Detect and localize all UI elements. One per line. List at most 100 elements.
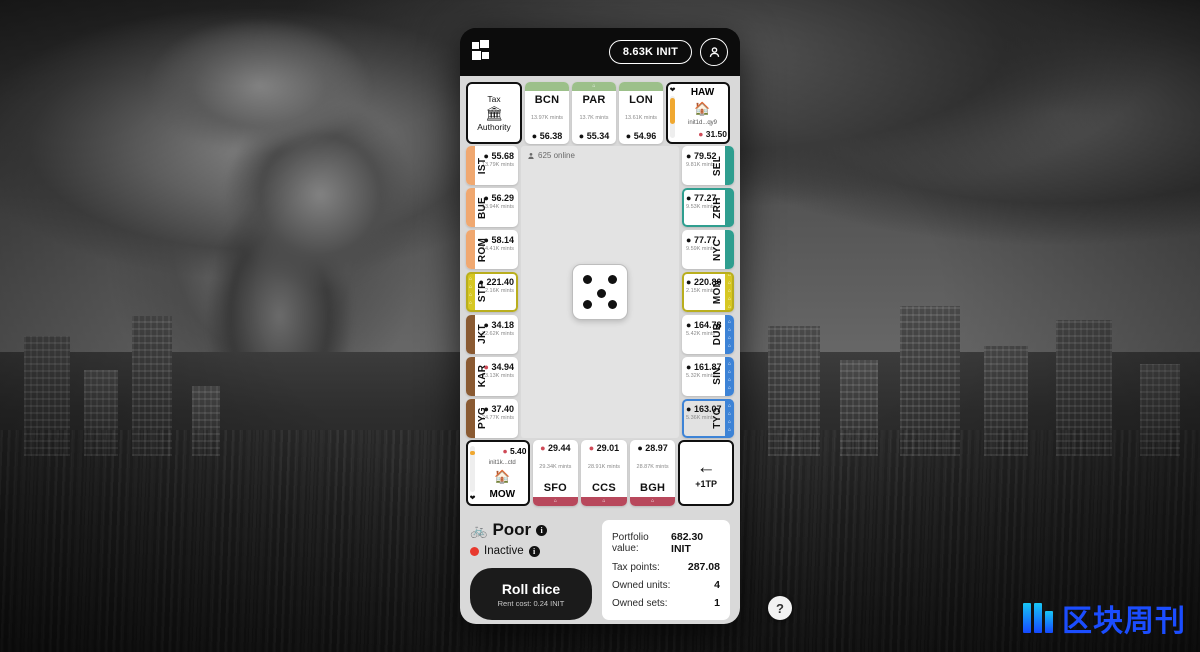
tile-price: ● 55.68: [483, 151, 514, 161]
tile-accent: [466, 314, 475, 354]
stat-row: Owned sets: 1: [612, 597, 720, 609]
haw-code: HAW: [690, 87, 715, 99]
tile-tax-authority[interactable]: Tax 🏛 Authority: [466, 82, 522, 144]
tile-code: BCN: [534, 94, 560, 106]
tile-accent: ⌂ ⌂ ⌂ ⌂ ⌂: [725, 272, 734, 312]
tile-tyo[interactable]: ⌂ ⌂ ⌂ ⌂ ● 163.07 5.36K mints TYO: [682, 398, 734, 438]
info-icon[interactable]: i: [528, 545, 540, 557]
house-icon: 🏠: [494, 469, 511, 485]
tile-accent: [466, 230, 475, 270]
tile-accent: ⌂: [581, 497, 627, 506]
tile-code: ZRH: [712, 196, 723, 219]
stat-row: Portfolio value: 682.30 INIT: [612, 531, 720, 555]
tile-bue[interactable]: ● 56.29 13.94K mints BUE: [466, 188, 518, 228]
tile-ccs[interactable]: ● 29.01 28.91K mints CCS ⌂: [581, 440, 627, 506]
roll-dice-button[interactable]: Roll dice Rent cost: 0.24 INIT: [470, 568, 592, 620]
stat-label: Owned units:: [612, 579, 671, 591]
tile-kar[interactable]: ● 34.94 23.13K mints KAR: [466, 356, 518, 396]
stat-value: 1: [714, 597, 720, 609]
house-icon-group: ⌂ ⌂ ⌂ ⌂ ⌂: [727, 272, 732, 311]
tile-accent: [725, 188, 734, 228]
tile-go-back-tp[interactable]: ← +1TP: [678, 440, 734, 506]
tile-code: PAR: [582, 94, 606, 106]
tile-bcn[interactable]: BCN 13.97K mints ● 56.38: [525, 82, 569, 144]
brand-bars-icon: [1023, 603, 1053, 633]
tp-label: +1TP: [695, 478, 718, 489]
roll-dice-cost: Rent cost: 0.24 INIT: [497, 598, 565, 608]
tile-code: TYO: [712, 407, 723, 430]
tile-rom[interactable]: ● 58.14 14.41K mints ROM: [466, 230, 518, 270]
tile-mints: 2.15K mints: [686, 288, 716, 295]
tile-nyc[interactable]: ● 77.77 9.59K mints NYC: [682, 230, 734, 270]
brand-blocks-icon[interactable]: [472, 40, 496, 64]
question-mark-icon[interactable]: ?: [768, 596, 792, 620]
house-icon-group: ⌂: [592, 83, 596, 89]
game-board: Tax 🏛 Authority BCN 13.97K mints ● 56.38…: [460, 76, 740, 512]
board-bottom-row: ❤ ● 5.40 init1k...ctd 🏠 MOW ● 29.44 29.3…: [466, 440, 734, 506]
tile-haw-property[interactable]: ❤ HAW 🏠 init1d...qy9 ● 31.50: [666, 82, 730, 144]
user-icon[interactable]: [700, 38, 728, 66]
tile-accent: [525, 82, 569, 91]
mow-price: ● 5.40: [502, 445, 527, 456]
tile-accent: ⌂: [532, 497, 579, 506]
dice-five-icon[interactable]: [572, 264, 628, 320]
bank-icon: 🏛: [485, 105, 503, 121]
haw-price: ● 31.50: [698, 128, 727, 139]
tile-accent: [725, 230, 734, 270]
tile-accent: ⌂ ⌂ ⌂ ⌂: [725, 398, 734, 438]
haw-meter: ❤: [668, 84, 677, 142]
bicycle-icon: 🚲: [470, 521, 488, 538]
player-rank: 🚲 Poor i: [470, 520, 592, 540]
tile-lon[interactable]: LON 13.61K mints ● 54.96: [619, 82, 663, 144]
rank-label: Poor: [492, 520, 532, 539]
tile-zrh[interactable]: ● 77.27 9.53K mints ZRH: [682, 188, 734, 228]
tile-code: LON: [629, 94, 653, 106]
tile-dub[interactable]: ⌂ ⌂ ⌂ ⌂ ● 164.78 5.42K mints DUB: [682, 314, 734, 354]
tile-par[interactable]: ⌂ PAR 13.7K mints ● 55.34: [572, 82, 616, 144]
tile-price: ● 37.40: [483, 403, 514, 414]
house-icon-group: ⌂ ⌂ ⌂ ⌂: [727, 360, 732, 391]
board-top-row: Tax 🏛 Authority BCN 13.97K mints ● 56.38…: [466, 82, 734, 144]
roll-dice-label: Roll dice: [501, 580, 561, 597]
house-icon-group: ⌂ ⌂ ⌂ ⌂: [468, 276, 473, 307]
tile-stp[interactable]: ⌂ ⌂ ⌂ ⌂ ● 221.40 2.16K mints STP: [466, 272, 518, 312]
tile-accent: ⌂ ⌂ ⌂ ⌂: [725, 356, 734, 396]
tile-price: ● 56.38: [531, 131, 563, 141]
balance-pill[interactable]: 8.63K INIT: [608, 40, 692, 64]
tile-accent: ⌂: [629, 497, 676, 506]
tile-accent: ⌂: [572, 82, 616, 91]
board-center: 625 online: [521, 146, 679, 438]
tile-mon[interactable]: ⌂ ⌂ ⌂ ⌂ ⌂ ● 220.80 2.15K mints MON: [682, 272, 734, 312]
info-icon[interactable]: i: [536, 524, 548, 536]
tile-code: PYG: [477, 407, 488, 430]
arrow-left-icon: ←: [696, 456, 716, 478]
status-label: Inactive: [484, 545, 524, 557]
tile-price: ● 54.96: [625, 131, 657, 141]
tile-mints: 28.87K mints: [636, 463, 669, 470]
tile-pyg[interactable]: ● 37.40 24.77K mints PYG: [466, 398, 518, 438]
house-icon-group: ⌂: [553, 498, 557, 504]
heart-icon: ❤: [669, 87, 676, 94]
tile-mints: 2.16K mints: [484, 288, 514, 295]
house-icon-group: ⌂ ⌂ ⌂ ⌂: [727, 402, 732, 433]
tile-code: BGH: [640, 482, 666, 494]
tile-code: JKT: [477, 324, 488, 345]
tile-price: ● 58.14: [483, 235, 514, 246]
tile-mints: 9.53K mints: [686, 204, 716, 211]
tile-mints: 13.7K mints: [579, 114, 609, 121]
footer-panel: 🚲 Poor i Inactive i Roll dice Rent cost:…: [460, 512, 740, 624]
footer-left: 🚲 Poor i Inactive i Roll dice Rent cost:…: [470, 520, 592, 620]
tile-jkt[interactable]: ● 34.18 22.62K mints JKT: [466, 314, 518, 354]
stat-value: 4: [714, 579, 720, 591]
tile-sin[interactable]: ⌂ ⌂ ⌂ ⌂ ● 161.87 5.32K mints SIN: [682, 356, 734, 396]
mow-meter: ❤: [468, 442, 477, 504]
tile-sel[interactable]: ● 79.52 9.81K mints SEL: [682, 146, 734, 186]
tile-bgh[interactable]: ● 28.97 28.87K mints BGH ⌂: [629, 440, 676, 506]
house-icon-group: ⌂: [602, 498, 606, 504]
app-topbar: 8.63K INIT: [460, 28, 740, 76]
tile-ist[interactable]: ● 55.68 13.79K mints IST: [466, 146, 518, 186]
tile-mow-property[interactable]: ❤ ● 5.40 init1k...ctd 🏠 MOW: [466, 440, 530, 506]
tile-sfo[interactable]: ● 29.44 29.34K mints SFO ⌂: [532, 440, 579, 506]
tile-mints: 29.34K mints: [539, 463, 572, 470]
tile-mints: 9.81K mints: [686, 162, 716, 168]
